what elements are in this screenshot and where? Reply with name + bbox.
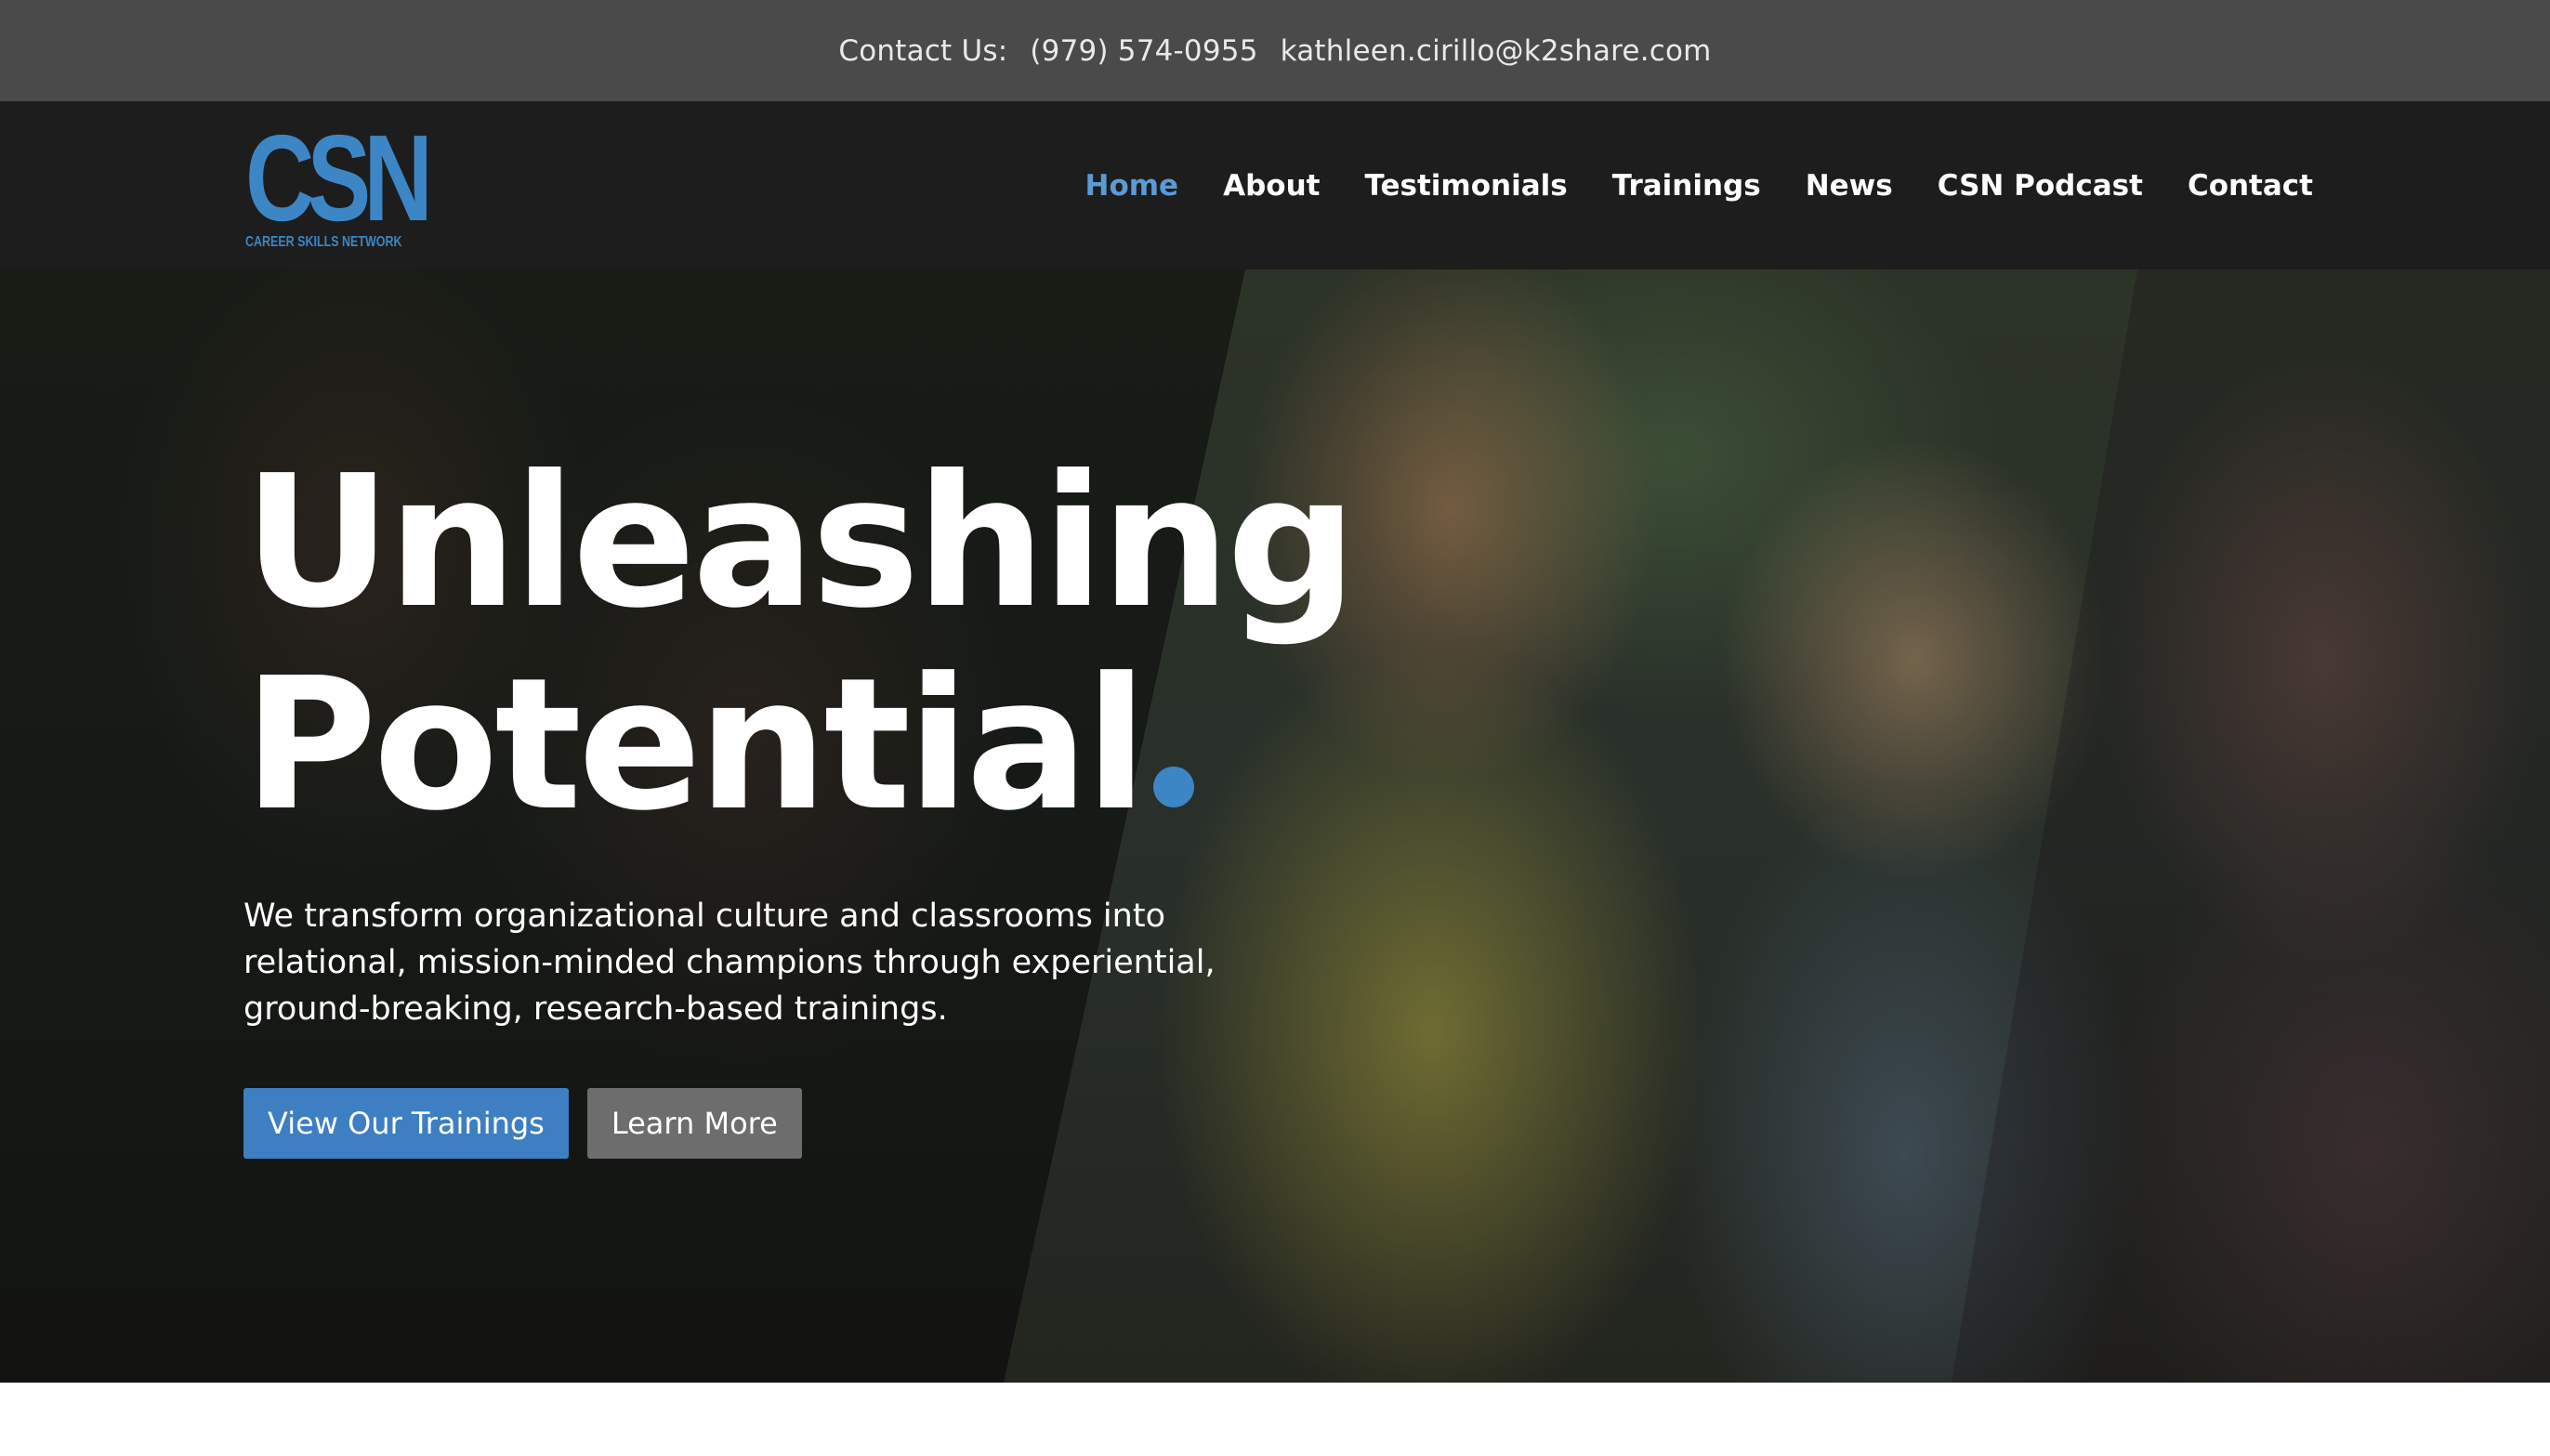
hero-title-line-2-wrap: Potential bbox=[243, 644, 1452, 846]
nav-item-testimonials[interactable]: Testimonials bbox=[1364, 169, 1567, 203]
hero-title-line-2: Potential bbox=[243, 639, 1148, 851]
logo-subtitle: CAREER SKILLS NETWORK bbox=[245, 234, 402, 250]
nav-item-home[interactable]: Home bbox=[1085, 169, 1179, 203]
nav-item-trainings[interactable]: Trainings bbox=[1612, 169, 1761, 203]
hero-buttons: View Our Trainings Learn More bbox=[243, 1088, 1452, 1159]
view-our-trainings-button[interactable]: View Our Trainings bbox=[243, 1088, 569, 1159]
accent-dot bbox=[1152, 767, 1194, 807]
hero-content: Unleashing Potential We transform organi… bbox=[243, 441, 1452, 1159]
site-header: CSN CAREER SKILLS NETWORK Home About Tes… bbox=[0, 101, 2550, 269]
contact-bar: Contact Us: (979) 574-0955 kathleen.ciri… bbox=[0, 0, 2550, 101]
main-nav: Home About Testimonials Trainings News C… bbox=[1085, 101, 2313, 269]
hero-section: Unleashing Potential We transform organi… bbox=[0, 269, 2550, 1383]
logo-mark: CSN bbox=[245, 110, 433, 246]
nav-item-news[interactable]: News bbox=[1806, 169, 1893, 203]
site-logo[interactable]: CSN CAREER SKILLS NETWORK bbox=[245, 110, 433, 251]
nav-item-about[interactable]: About bbox=[1223, 169, 1320, 203]
content-area bbox=[0, 1383, 2550, 1456]
nav-item-csn-podcast[interactable]: CSN Podcast bbox=[1938, 169, 2143, 203]
hero-title-line-1: Unleashing bbox=[243, 437, 1357, 649]
contact-label: Contact Us: bbox=[838, 33, 1008, 68]
nav-item-contact[interactable]: Contact bbox=[2188, 169, 2313, 203]
learn-more-button[interactable]: Learn More bbox=[586, 1088, 802, 1159]
hero-title: Unleashing Potential bbox=[243, 441, 1452, 846]
contact-email-link[interactable]: kathleen.cirillo@k2share.com bbox=[1281, 34, 1712, 68]
contact-phone-link[interactable]: (979) 574-0955 bbox=[1030, 34, 1257, 68]
hero-description: We transform organizational culture and … bbox=[243, 898, 1216, 1028]
